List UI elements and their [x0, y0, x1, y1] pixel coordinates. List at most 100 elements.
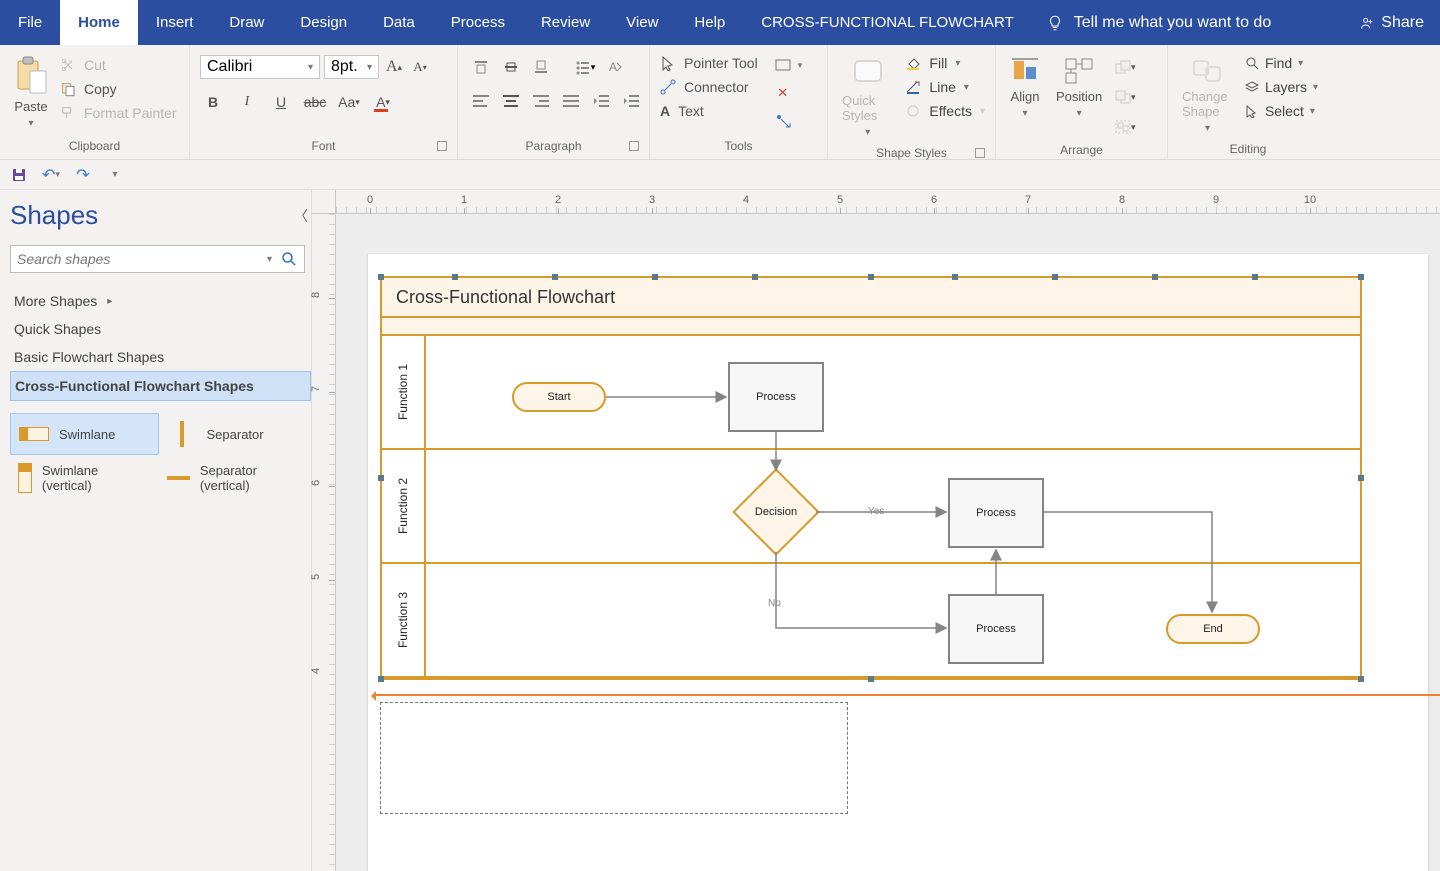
swimlane-container-title[interactable]: Cross-Functional Flowchart: [382, 278, 1360, 318]
layers-button[interactable]: Layers ▾: [1245, 77, 1318, 97]
align-bottom-button[interactable]: [528, 55, 554, 79]
bring-front-button[interactable]: ▾: [1114, 55, 1136, 79]
shape-decision[interactable]: Decision: [736, 472, 816, 552]
lane-3-label[interactable]: Function 3: [382, 564, 426, 676]
align-center-button[interactable]: [498, 89, 524, 113]
clipboard-icon: [14, 55, 48, 95]
justify-button[interactable]: [558, 89, 584, 113]
tab-view[interactable]: View: [608, 0, 676, 45]
font-color-button[interactable]: A ▾: [370, 89, 396, 115]
horizontal-guide[interactable]: [374, 694, 1440, 696]
ruler-vertical[interactable]: 45678: [312, 214, 336, 871]
tell-me-search[interactable]: Tell me what you want to do: [1032, 0, 1285, 45]
position-button[interactable]: Position▾: [1052, 51, 1106, 123]
align-middle-button[interactable]: [498, 55, 524, 79]
align-icon: [1010, 55, 1040, 85]
quick-shapes-link[interactable]: Quick Shapes: [10, 315, 311, 343]
tab-insert[interactable]: Insert: [138, 0, 212, 45]
copy-button[interactable]: Copy: [60, 79, 177, 99]
dialog-launcher-icon[interactable]: [437, 141, 447, 151]
align-top-button[interactable]: [468, 55, 494, 79]
dialog-launcher-icon[interactable]: [975, 148, 985, 158]
save-button[interactable]: [8, 164, 30, 186]
increase-indent-button[interactable]: [618, 89, 644, 113]
group-shapes-button[interactable]: ▾: [1114, 115, 1136, 139]
font-name-combo[interactable]: Calibri▾: [200, 55, 320, 79]
drawing-canvas[interactable]: Cross-Functional Flowchart Function 1 Fu…: [336, 214, 1440, 871]
tab-file[interactable]: File: [0, 0, 60, 45]
undo-button[interactable]: ↶ ▾: [40, 164, 62, 186]
group-label-arrange: Arrange: [1006, 139, 1157, 159]
stencil-separator[interactable]: Separator: [159, 413, 308, 455]
redo-button[interactable]: ↷: [72, 164, 94, 186]
change-case-button[interactable]: Aa ▾: [336, 89, 362, 115]
cross-functional-stencil[interactable]: Cross-Functional Flowchart Shapes: [10, 371, 311, 401]
tab-help[interactable]: Help: [676, 0, 743, 45]
shape-start[interactable]: Start: [512, 382, 606, 412]
text-direction-button[interactable]: A: [602, 55, 628, 79]
ruler-horizontal[interactable]: 012345678910: [336, 190, 1440, 214]
align-right-button[interactable]: [528, 89, 554, 113]
search-shapes-input[interactable]: ▾: [10, 245, 305, 273]
tab-review[interactable]: Review: [523, 0, 608, 45]
connection-point-button[interactable]: [772, 109, 794, 133]
lane-1-label[interactable]: Function 1: [382, 336, 426, 448]
italic-button[interactable]: I: [234, 89, 260, 115]
decrease-indent-button[interactable]: [588, 89, 614, 113]
bold-button[interactable]: B: [200, 89, 226, 115]
tab-home[interactable]: Home: [60, 0, 138, 45]
pointer-tool-button[interactable]: Pointer Tool: [660, 53, 758, 73]
effects-button[interactable]: Effects ▾: [905, 101, 985, 121]
customize-qat-dropdown[interactable]: ▾: [104, 164, 126, 186]
paste-button[interactable]: Paste ▾: [10, 51, 52, 133]
rectangle-dropdown[interactable]: [772, 53, 794, 77]
group-label-paragraph: Paragraph: [468, 135, 639, 155]
connector-tool-button[interactable]: Connector: [660, 77, 758, 97]
line-button[interactable]: Line ▾: [905, 77, 985, 97]
share-button[interactable]: Share: [1343, 0, 1440, 45]
underline-button[interactable]: U: [268, 89, 294, 115]
font-size-combo[interactable]: 8pt.▾: [324, 55, 379, 79]
basic-flowchart-stencil[interactable]: Basic Flowchart Shapes: [10, 343, 311, 371]
find-button[interactable]: Find ▾: [1245, 53, 1318, 73]
separator-vertical-icon: [167, 476, 190, 480]
chevron-down-icon: ▾: [267, 254, 272, 265]
tab-design[interactable]: Design: [282, 0, 365, 45]
collapse-pane-button[interactable]: 〈: [291, 206, 311, 226]
dialog-launcher-icon[interactable]: [629, 141, 639, 151]
swimlane-container[interactable]: Cross-Functional Flowchart Function 1 Fu…: [380, 276, 1362, 680]
quick-styles-button[interactable]: Quick Styles▾: [838, 51, 897, 142]
stencil-swimlane[interactable]: Swimlane: [10, 413, 159, 455]
change-shape-button[interactable]: Change Shape▾: [1178, 51, 1237, 138]
send-back-button[interactable]: ▾: [1114, 85, 1136, 109]
group-label-font: Font: [200, 135, 447, 155]
cut-button[interactable]: Cut: [60, 55, 177, 75]
tab-process[interactable]: Process: [433, 0, 523, 45]
stencil-swimlane-vertical[interactable]: Swimlane (vertical): [10, 455, 159, 501]
align-left-button[interactable]: [468, 89, 494, 113]
format-painter-icon: [60, 105, 76, 121]
tab-data[interactable]: Data: [365, 0, 433, 45]
svg-text:A: A: [609, 60, 617, 74]
format-painter-button[interactable]: Format Painter: [60, 103, 177, 123]
shape-end[interactable]: End: [1166, 614, 1260, 644]
shape-process-3[interactable]: Process: [948, 594, 1044, 664]
shape-process-2[interactable]: Process: [948, 478, 1044, 548]
more-shapes-link[interactable]: More Shapes▸: [10, 287, 311, 315]
fill-button[interactable]: Fill ▾: [905, 53, 985, 73]
increase-font-button[interactable]: A▴: [383, 55, 405, 79]
person-share-icon: [1359, 15, 1375, 31]
text-tool-button[interactable]: AText: [660, 101, 758, 121]
group-label-shape-styles: Shape Styles: [838, 142, 985, 162]
stencil-separator-vertical[interactable]: Separator (vertical): [159, 455, 308, 501]
lane-2-label[interactable]: Function 2: [382, 450, 426, 562]
bullets-button[interactable]: ▾: [572, 55, 598, 79]
tab-draw[interactable]: Draw: [211, 0, 282, 45]
strikethrough-button[interactable]: abc: [302, 89, 328, 115]
align-button[interactable]: Align▾: [1006, 51, 1044, 123]
select-button[interactable]: Select ▾: [1245, 101, 1318, 121]
delete-connector-button[interactable]: ✕: [772, 81, 794, 105]
group-font: Calibri▾ 8pt.▾ A▴ A▾ B I U abc Aa ▾ A ▾ …: [190, 45, 458, 159]
shape-process-1[interactable]: Process: [728, 362, 824, 432]
decrease-font-button[interactable]: A▾: [409, 55, 431, 79]
